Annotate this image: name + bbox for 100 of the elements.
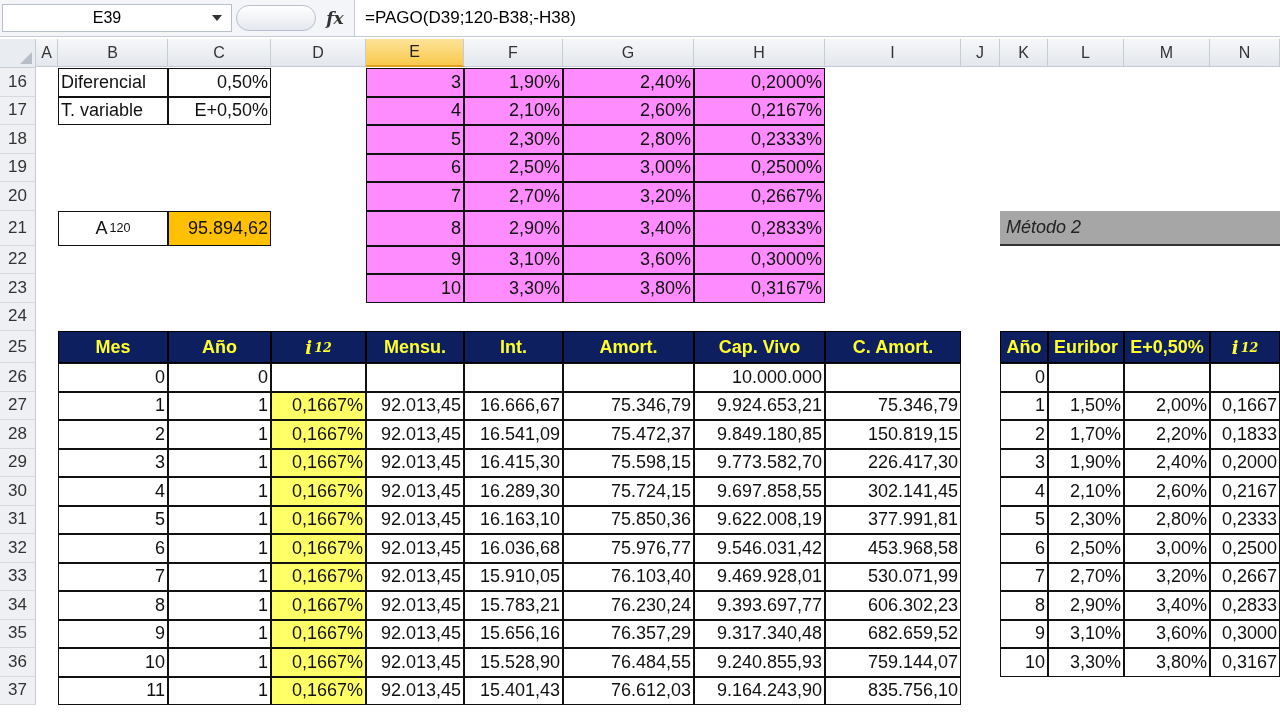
row-header[interactable]: 34 — [0, 591, 36, 620]
row-header[interactable]: 27 — [0, 391, 36, 420]
row-header[interactable]: 21 — [0, 210, 36, 246]
row-header[interactable]: 28 — [0, 420, 36, 449]
row-header[interactable]: 29 — [0, 448, 36, 477]
row-header[interactable]: 26 — [0, 363, 36, 392]
table-cell: 3 — [58, 448, 168, 477]
table-header: Int. — [464, 331, 563, 363]
table-cell: 2,60% — [1124, 477, 1210, 506]
row-header[interactable]: 35 — [0, 619, 36, 648]
column-header[interactable]: M — [1124, 39, 1210, 67]
table-cell: 3,20% — [563, 182, 694, 211]
column-header[interactable]: G — [563, 39, 694, 67]
row-header[interactable]: 30 — [0, 477, 36, 506]
formula-field[interactable]: =PAGO(D39;120-B38;-H38) — [354, 0, 1280, 36]
table-cell: 6 — [1000, 534, 1048, 563]
table-cell: 9.393.697,77 — [694, 591, 825, 620]
row-header[interactable]: 37 — [0, 676, 36, 705]
table-cell: 92.013,45 — [366, 591, 464, 620]
table-cell: 9.164.243,90 — [694, 676, 825, 705]
table-cell: 9.924.653,21 — [694, 391, 825, 420]
name-box[interactable]: E39 — [2, 4, 232, 32]
row-header[interactable]: 17 — [0, 96, 36, 125]
row-header[interactable]: 36 — [0, 648, 36, 677]
table-cell: 15.783,21 — [464, 591, 563, 620]
insert-function-button[interactable]: fx — [320, 8, 350, 28]
column-header[interactable]: J — [961, 39, 1000, 67]
table-cell: 0,1667% — [271, 477, 366, 506]
table-cell: 92.013,45 — [366, 505, 464, 534]
column-header[interactable]: C — [168, 39, 271, 67]
table-cell: 76.357,29 — [563, 619, 694, 648]
row-header[interactable]: 24 — [0, 302, 36, 331]
table-cell: 92.013,45 — [366, 534, 464, 563]
table-cell: 0,3167 — [1210, 648, 1280, 677]
table-cell: 3 — [366, 68, 464, 97]
table-header: E+0,50% — [1124, 331, 1210, 363]
table-cell: 2,90% — [1048, 591, 1124, 620]
table-cell: 75.850,36 — [563, 505, 694, 534]
table-cell: 1 — [168, 591, 271, 620]
column-header[interactable]: E — [366, 39, 464, 67]
table-cell: 0,2167 — [1210, 477, 1280, 506]
column-header[interactable]: F — [464, 39, 563, 67]
table-cell: 0 — [1000, 363, 1048, 392]
row-header[interactable]: 20 — [0, 182, 36, 211]
table-cell: 0,1667% — [271, 562, 366, 591]
table-cell: 3 — [1000, 448, 1048, 477]
table-cell: 5 — [58, 505, 168, 534]
table-cell: 92.013,45 — [366, 391, 464, 420]
column-header[interactable]: D — [271, 39, 366, 67]
row-header[interactable]: 32 — [0, 534, 36, 563]
table-cell: 2,40% — [563, 68, 694, 97]
row-header[interactable]: 22 — [0, 245, 36, 274]
caret-icon[interactable] — [211, 14, 223, 22]
table-cell: 377.991,81 — [825, 505, 961, 534]
column-header[interactable]: B — [58, 39, 168, 67]
table-cell: 1 — [1000, 391, 1048, 420]
column-header[interactable]: K — [1000, 39, 1048, 67]
row-header[interactable]: 25 — [0, 331, 36, 363]
table-cell: 606.302,23 — [825, 591, 961, 620]
table-cell: 0,2000% — [694, 68, 825, 97]
table-cell: 0,2833 — [1210, 591, 1280, 620]
row-header[interactable]: 18 — [0, 125, 36, 154]
table-cell: 835.756,10 — [825, 676, 961, 705]
column-header[interactable]: L — [1048, 39, 1124, 67]
table-cell: 15.656,16 — [464, 619, 563, 648]
table-cell: 0,3167% — [694, 274, 825, 303]
table-cell: 3,00% — [563, 153, 694, 182]
table-cell: 3,60% — [1124, 619, 1210, 648]
row-header[interactable]: 19 — [0, 153, 36, 182]
table-cell: 1 — [168, 448, 271, 477]
table-cell: 9.469.928,01 — [694, 562, 825, 591]
table-cell: 15.401,43 — [464, 676, 563, 705]
table-cell: 4 — [58, 477, 168, 506]
column-header[interactable]: H — [694, 39, 825, 67]
column-header[interactable]: I — [825, 39, 961, 67]
row-header[interactable]: 16 — [0, 68, 36, 97]
table-cell: 92.013,45 — [366, 562, 464, 591]
table-cell: 0,3000 — [1210, 619, 1280, 648]
table-cell: 10 — [1000, 648, 1048, 677]
row-header[interactable]: 33 — [0, 562, 36, 591]
table-header: Año — [168, 331, 271, 363]
table-cell: 9.697.858,55 — [694, 477, 825, 506]
table-cell: 3,60% — [563, 245, 694, 274]
table-cell: 1 — [168, 534, 271, 563]
table-cell: 92.013,45 — [366, 477, 464, 506]
select-all-button[interactable] — [0, 39, 36, 68]
table-cell: 3,30% — [1048, 648, 1124, 677]
row-header[interactable]: 31 — [0, 505, 36, 534]
table-cell: 1 — [168, 477, 271, 506]
column-header[interactable]: N — [1210, 39, 1280, 67]
row-header[interactable]: 23 — [0, 274, 36, 303]
table-cell: 15.910,05 — [464, 562, 563, 591]
table-cell: 3,40% — [1124, 591, 1210, 620]
table-cell: 9 — [366, 245, 464, 274]
table-cell: 16.666,67 — [464, 391, 563, 420]
table-cell: 9.546.031,42 — [694, 534, 825, 563]
table-cell: 2,90% — [464, 210, 563, 246]
table-cell: 7 — [1000, 562, 1048, 591]
column-header[interactable]: A — [36, 39, 58, 67]
splitter-handle[interactable] — [236, 5, 316, 31]
